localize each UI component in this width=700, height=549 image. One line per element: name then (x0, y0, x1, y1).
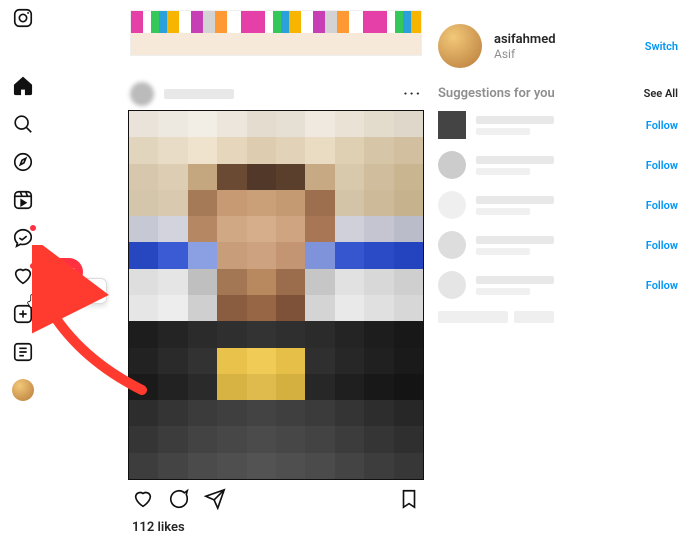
suggestion-avatar[interactable] (438, 111, 466, 139)
suggestion-avatar[interactable] (438, 271, 466, 299)
suggestions-header: Suggestions for you See All (438, 86, 678, 101)
search-icon[interactable] (11, 112, 35, 136)
post-image[interactable] (128, 110, 424, 480)
switch-button[interactable]: Switch (645, 40, 678, 53)
save-icon[interactable] (398, 488, 420, 514)
messages-unread-dot (29, 224, 37, 232)
like-icon[interactable] (132, 488, 154, 514)
messages-icon[interactable] (11, 226, 35, 250)
notifications-icon[interactable]: 1 (11, 264, 35, 288)
post-more-icon[interactable]: ··· (403, 86, 422, 102)
notifications-count: 1 (70, 266, 76, 279)
home-icon[interactable] (11, 74, 35, 98)
suggestion-avatar[interactable] (438, 151, 466, 179)
share-icon[interactable] (204, 488, 226, 514)
profile-avatar-large[interactable] (438, 24, 482, 68)
sidebar: 1 (0, 0, 46, 549)
follow-button[interactable]: Follow (646, 119, 678, 132)
create-icon[interactable] (11, 302, 35, 326)
follow-button[interactable]: Follow (646, 239, 678, 252)
right-column: asifahmed Asif Switch Suggestions for yo… (438, 24, 678, 323)
comment-icon[interactable] (168, 488, 190, 514)
profile-username[interactable]: asifahmed (494, 32, 556, 47)
suggestion-avatar[interactable] (438, 231, 466, 259)
suggestion-row: Follow (438, 151, 678, 179)
suggestion-row: Follow (438, 191, 678, 219)
create-tooltip: Create (46, 278, 107, 304)
suggestion-row: Follow (438, 111, 678, 139)
explore-icon[interactable] (11, 150, 35, 174)
reels-icon[interactable] (11, 188, 35, 212)
suggestion-row: Follow (438, 271, 678, 299)
footer-links (438, 311, 678, 323)
post-header: ··· (128, 84, 424, 110)
feed: ··· (128, 10, 424, 538)
suggestion-row: Follow (438, 231, 678, 259)
post-author-name[interactable] (164, 89, 234, 99)
profile-switcher: asifahmed Asif Switch (438, 24, 678, 68)
follow-button[interactable]: Follow (646, 279, 678, 292)
profile-display-name: Asif (494, 47, 556, 61)
post-author-avatar[interactable] (130, 82, 154, 106)
suggestion-avatar[interactable] (438, 191, 466, 219)
profile-avatar[interactable] (11, 378, 35, 402)
footer-link[interactable] (514, 311, 554, 323)
likes-count[interactable]: 112 likes (128, 518, 424, 537)
threads-icon[interactable] (11, 340, 35, 364)
see-all-button[interactable]: See All (644, 87, 678, 100)
follow-button[interactable]: Follow (646, 199, 678, 212)
logo-icon[interactable] (11, 6, 35, 30)
post: ··· (128, 84, 424, 538)
stories-tray[interactable] (130, 10, 422, 56)
follow-button[interactable]: Follow (646, 159, 678, 172)
footer-link[interactable] (438, 311, 508, 323)
post-actions (128, 480, 424, 518)
